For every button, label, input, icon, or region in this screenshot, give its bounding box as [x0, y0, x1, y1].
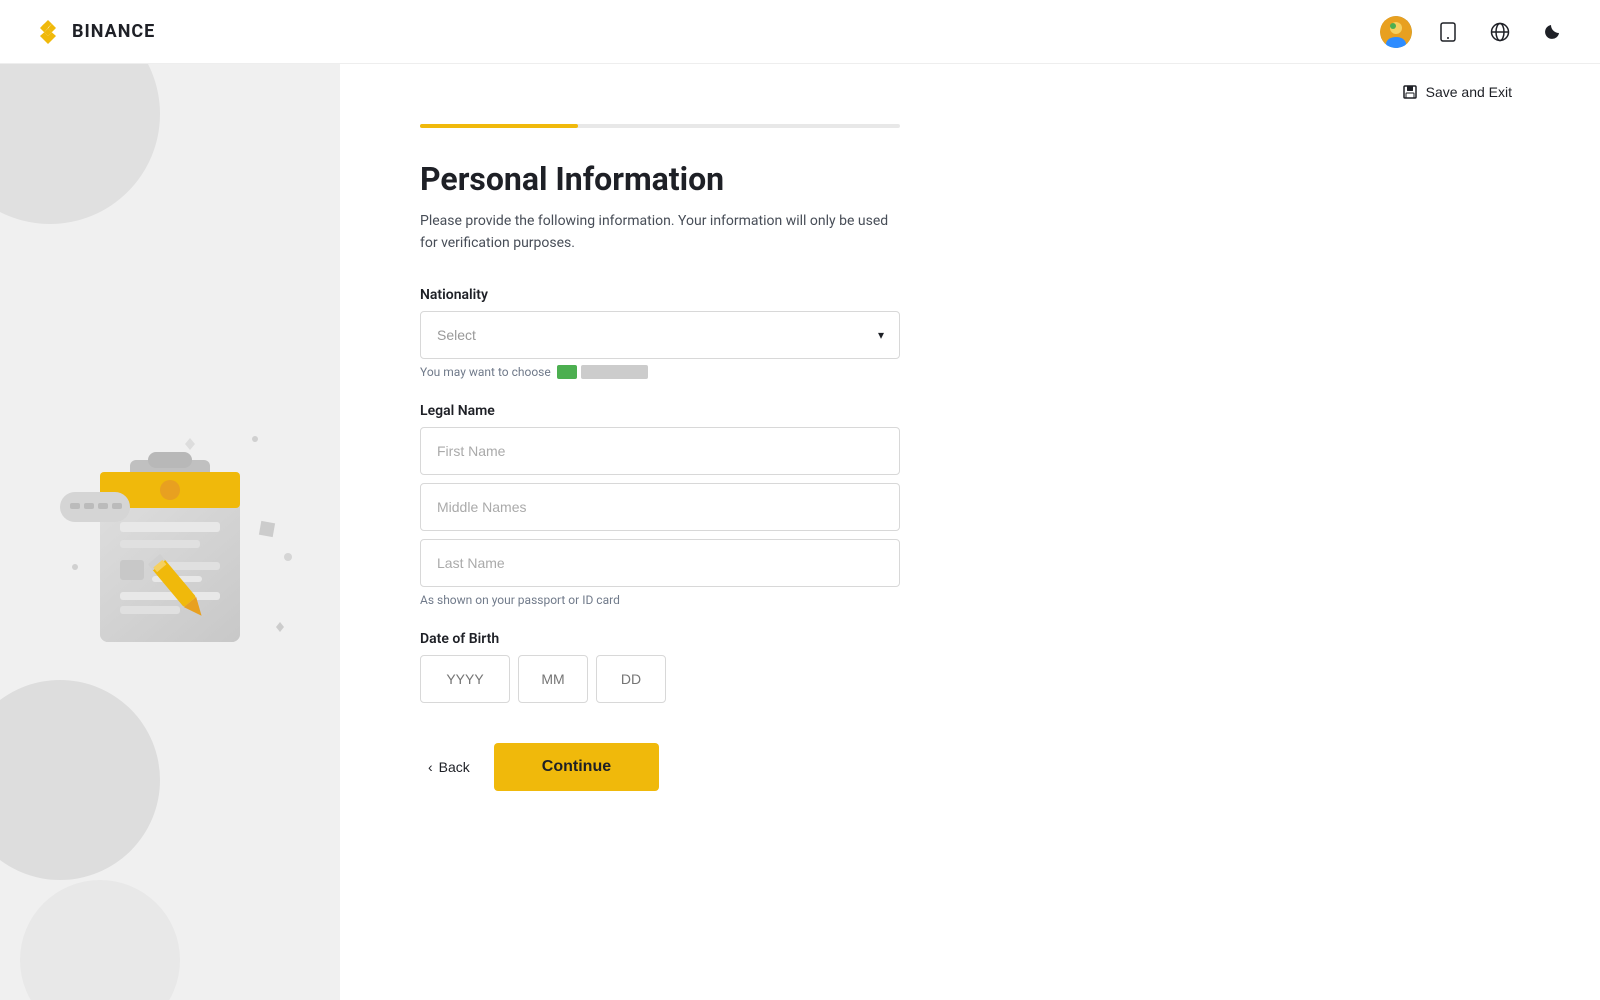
header: BINANCE — [0, 0, 1600, 64]
first-name-input[interactable] — [420, 427, 900, 475]
middle-name-input[interactable] — [420, 483, 900, 531]
back-button[interactable]: ‹ Back — [420, 755, 478, 779]
save-exit-bar: Save and Exit — [340, 64, 1600, 104]
dark-mode-icon[interactable] — [1536, 16, 1568, 48]
hint-label: You may want to choose — [420, 365, 551, 379]
blurred-country: ██████ — [581, 365, 648, 379]
dob-month-input[interactable] — [518, 655, 588, 703]
nationality-select-wrapper: Select ▾ — [420, 311, 900, 359]
back-chevron-icon: ‹ — [428, 759, 433, 775]
nationality-hint: You may want to choose ██████ — [420, 365, 1160, 379]
save-exit-label: Save and Exit — [1426, 84, 1512, 100]
binance-logo-icon — [32, 16, 64, 48]
dob-field-group: Date of Birth — [420, 631, 1160, 703]
nationality-select[interactable]: Select — [420, 311, 900, 359]
last-name-input[interactable] — [420, 539, 900, 587]
avatar-image — [1380, 16, 1412, 48]
main-layout: Save and Exit Personal Information Pleas… — [0, 64, 1600, 1000]
logo-text: BINANCE — [72, 21, 155, 42]
back-label: Back — [439, 759, 470, 775]
tablet-svg — [1438, 22, 1458, 42]
content-area: Save and Exit Personal Information Pleas… — [340, 64, 1600, 1000]
save-icon — [1402, 84, 1418, 100]
legal-name-note: As shown on your passport or ID card — [420, 593, 1160, 607]
moon-svg — [1542, 22, 1562, 42]
tablet-icon[interactable] — [1432, 16, 1464, 48]
globe-icon[interactable] — [1484, 16, 1516, 48]
progress-bar-fill — [420, 124, 578, 128]
flag-icon — [557, 365, 577, 379]
bg-circle-1 — [0, 64, 160, 224]
dob-day-input[interactable] — [596, 655, 666, 703]
continue-button[interactable]: Continue — [494, 743, 659, 791]
hint-flag: ██████ — [557, 365, 648, 379]
bg-circle-3 — [20, 880, 180, 1000]
form-container: Personal Information Please provide the … — [340, 104, 1240, 851]
legal-name-label: Legal Name — [420, 403, 1160, 419]
page-title: Personal Information — [420, 160, 1160, 198]
sidebar-illustration — [0, 64, 340, 1000]
dob-label: Date of Birth — [420, 631, 1160, 647]
progress-bar-container — [420, 124, 900, 128]
header-icons — [1380, 16, 1568, 48]
page-description: Please provide the following information… — [420, 210, 900, 255]
save-exit-button[interactable]: Save and Exit — [1394, 80, 1520, 104]
continue-label: Continue — [542, 758, 611, 775]
nationality-field-group: Nationality Select ▾ You may want to cho… — [420, 287, 1160, 379]
legal-name-field-group: Legal Name As shown on your passport or … — [420, 403, 1160, 607]
dob-inputs-row — [420, 655, 1160, 703]
bg-circle-2 — [0, 680, 160, 880]
globe-svg — [1490, 22, 1510, 42]
nationality-label: Nationality — [420, 287, 1160, 303]
user-avatar[interactable] — [1380, 16, 1412, 48]
form-actions: ‹ Back Continue — [420, 743, 1160, 791]
dob-year-input[interactable] — [420, 655, 510, 703]
logo[interactable]: BINANCE — [32, 16, 155, 48]
kyc-illustration — [40, 392, 300, 672]
